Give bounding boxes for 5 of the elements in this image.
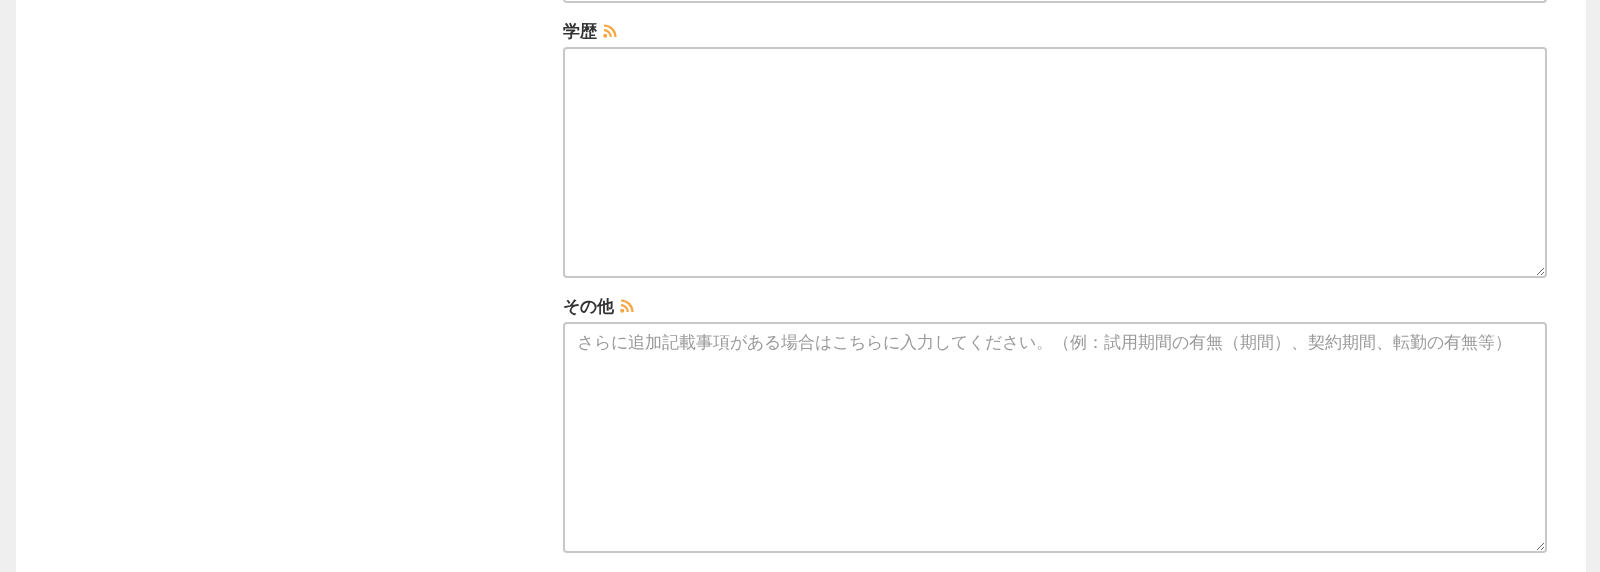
field-label: その他 <box>563 294 614 318</box>
input-field[interactable] <box>563 0 1547 3</box>
field-label: 学歴 <box>563 19 597 43</box>
text-area[interactable] <box>563 47 1547 278</box>
text-area[interactable]: さらに追加記載事項がある場合はこちらに入力してください。（例：試用期間の有無（期間）、契約期間、転勤の有無等） <box>563 322 1547 553</box>
